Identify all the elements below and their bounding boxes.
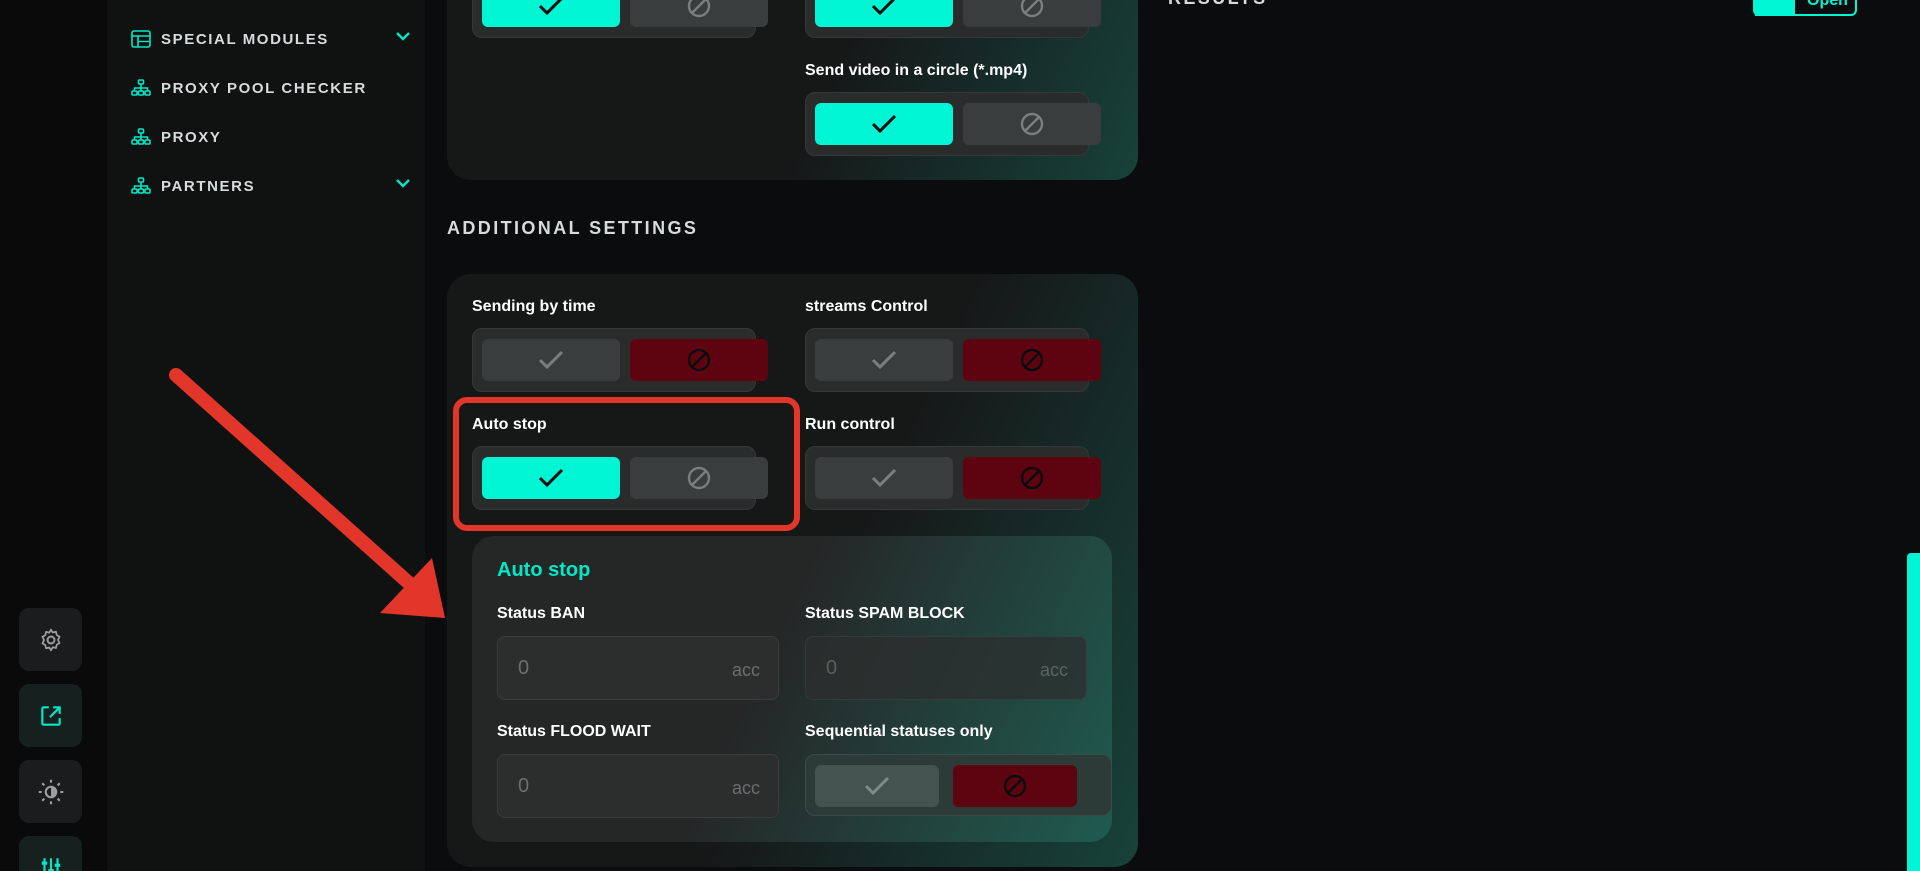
status-flood-wait-value: 0 xyxy=(518,775,530,797)
sequential-statuses-toggle xyxy=(805,754,1112,816)
external-link-button[interactable] xyxy=(19,684,82,747)
open-results-label: Open xyxy=(1807,0,1848,9)
enable-button[interactable] xyxy=(815,765,939,807)
sliders-icon xyxy=(41,857,60,871)
streams-control-label: streams Control xyxy=(805,298,928,315)
sequential-statuses-label: Sequential statuses only xyxy=(805,723,993,740)
auto-stop-panel-title: Auto stop xyxy=(497,559,591,581)
external-link-icon xyxy=(40,705,61,726)
enable-button[interactable] xyxy=(815,0,953,27)
ban-icon xyxy=(1003,774,1027,798)
ban-icon xyxy=(687,348,711,372)
status-spam-block-label: Status SPAM BLOCK xyxy=(805,605,965,622)
scrollbar-thumb[interactable] xyxy=(1907,553,1920,871)
results-title: RESULTS xyxy=(1168,0,1267,9)
check-icon xyxy=(871,114,897,134)
check-icon xyxy=(538,350,564,370)
run-control-label: Run control xyxy=(805,416,895,433)
check-icon xyxy=(871,0,896,16)
enable-button[interactable] xyxy=(815,457,953,499)
disable-button[interactable] xyxy=(630,0,768,27)
check-icon xyxy=(871,350,897,370)
status-flood-wait-unit: acc xyxy=(731,778,760,798)
annotation-arrow xyxy=(169,368,445,618)
ban-icon xyxy=(1020,348,1044,372)
disable-button[interactable] xyxy=(963,0,1101,27)
status-spam-block-value: 0 xyxy=(826,657,838,679)
status-ban-unit: acc xyxy=(731,660,760,680)
status-ban-input[interactable]: 0 acc xyxy=(497,636,779,700)
status-flood-wait-label: Status FLOOD WAIT xyxy=(497,723,651,740)
ban-icon xyxy=(1020,466,1044,490)
sliders-button[interactable] xyxy=(19,836,82,871)
status-ban-value: 0 xyxy=(518,657,530,679)
sending-by-time-label: Sending by time xyxy=(472,298,596,315)
ban-icon xyxy=(687,0,711,18)
disable-button[interactable] xyxy=(963,103,1101,145)
enable-button[interactable] xyxy=(815,339,953,381)
additional-settings-title: ADDITIONAL SETTINGS xyxy=(447,218,699,238)
disable-button[interactable] xyxy=(963,339,1101,381)
disable-button[interactable] xyxy=(963,457,1101,499)
disable-button[interactable] xyxy=(630,339,768,381)
enable-button[interactable] xyxy=(815,103,953,145)
theme-icon xyxy=(38,779,63,804)
check-icon xyxy=(871,468,897,488)
toggle-top-left xyxy=(472,0,768,38)
send-video-toggle xyxy=(805,92,1101,156)
ban-icon xyxy=(1020,0,1044,18)
status-flood-wait-input[interactable]: 0 acc xyxy=(497,754,779,818)
status-ban-label: Status BAN xyxy=(497,605,586,622)
sending-by-time-toggle xyxy=(472,328,768,392)
enable-button[interactable] xyxy=(482,339,620,381)
ban-icon xyxy=(1020,112,1044,136)
highlight-box xyxy=(453,397,800,531)
open-results-button[interactable]: Open xyxy=(1753,0,1857,16)
theme-toggle-button[interactable] xyxy=(19,760,82,823)
send-video-label: Send video in a circle (*.mp4) xyxy=(805,62,1028,79)
check-icon xyxy=(864,776,890,796)
status-spam-block-input[interactable]: 0 acc xyxy=(805,636,1087,700)
enable-button[interactable] xyxy=(482,0,620,27)
check-icon xyxy=(538,0,563,16)
status-spam-block-unit: acc xyxy=(1039,660,1068,680)
open-icon xyxy=(1755,0,1795,16)
run-control-toggle xyxy=(805,446,1101,510)
toggle-top-right xyxy=(805,0,1101,38)
streams-control-toggle xyxy=(805,328,1101,392)
disable-button[interactable] xyxy=(953,765,1077,807)
